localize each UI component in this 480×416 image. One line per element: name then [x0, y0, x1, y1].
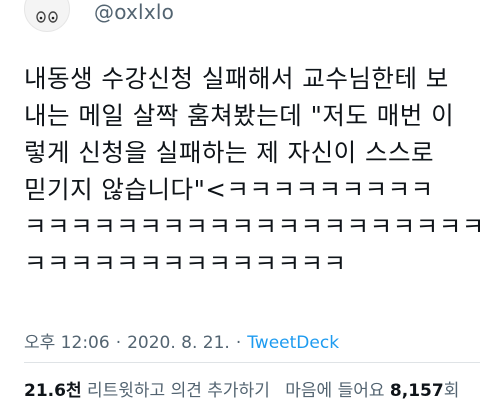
tweet-text-line: ㅋㅋㅋㅋㅋㅋㅋㅋㅋㅋㅋㅋㅋㅋ	[24, 249, 347, 278]
tweet-stats: 21.6천 리트윗하고 의견 추가하기 마음에 들어요 8,157회	[24, 376, 459, 401]
tweet-date[interactable]: 2020. 8. 21.	[127, 333, 230, 353]
meta-separator: ·	[235, 333, 242, 353]
divider	[24, 362, 480, 363]
tweet-page: @oxlxlo 내동생 수강신청 실패해서 교수님한테 보 내는 메일 살짝 훔…	[0, 0, 480, 416]
tweet-text: 내동생 수강신청 실패해서 교수님한테 보 내는 메일 살짝 훔쳐봤는데 "저도…	[24, 60, 480, 282]
tweet-header: @oxlxlo	[0, 0, 480, 32]
likes-unit: 회	[443, 381, 460, 401]
tweet-text-line: 믿기지 않습니다"<ㅋㅋㅋㅋㅋㅋㅋㅋㅋ	[24, 175, 434, 204]
avatar-face-icon	[25, 0, 69, 31]
avatar[interactable]	[24, 0, 70, 32]
likes-label[interactable]: 마음에 들어요	[285, 381, 384, 401]
likes-count[interactable]: 8,157	[390, 381, 444, 401]
tweet-text-line: 내는 메일 살짝 훔쳐봤는데 "저도 매번 이	[24, 101, 455, 130]
tweet-text-line: 렇게 신청을 실패하는 제 자신이 스스로	[24, 138, 435, 167]
tweet-time[interactable]: 오후 12:06	[24, 333, 110, 353]
retweet-label[interactable]: 리트윗하고 의견 추가하기	[87, 381, 270, 401]
meta-separator: ·	[115, 333, 122, 353]
retweet-count[interactable]: 21.6천	[24, 381, 82, 401]
tweet-text-line: ㅋㅋㅋㅋㅋㅋㅋㅋㅋㅋㅋㅋㅋㅋㅋㅋㅋㅋㅋㅋ	[24, 212, 480, 241]
user-handle[interactable]: @oxlxlo	[94, 0, 174, 24]
tweet-meta: 오후 12:06 · 2020. 8. 21. · TweetDeck	[24, 328, 339, 353]
tweet-source-link[interactable]: TweetDeck	[247, 333, 339, 353]
tweet-text-line: 내동생 수강신청 실패해서 교수님한테 보	[24, 64, 449, 93]
